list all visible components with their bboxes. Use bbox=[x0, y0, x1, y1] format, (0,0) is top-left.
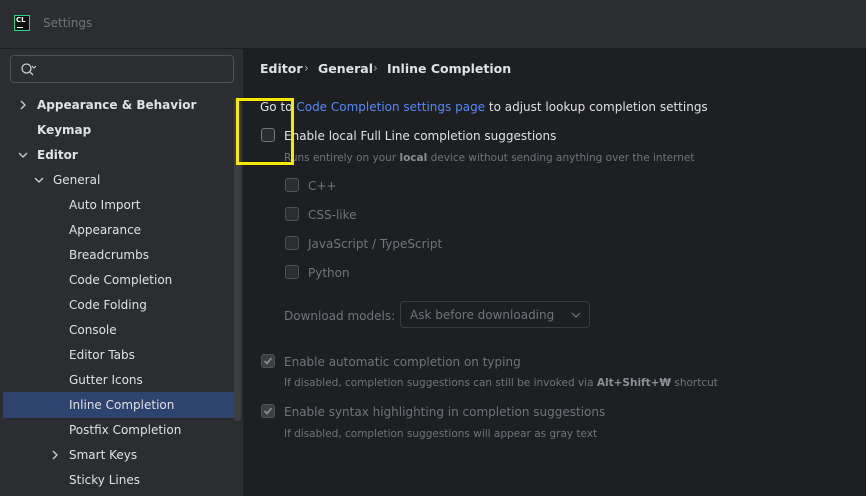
highlight-box bbox=[236, 98, 294, 165]
settings-sidebar: Appearance & Behavior Keymap Editor Gene… bbox=[0, 49, 243, 496]
goto-line: Go to Code Completion settings page to a… bbox=[260, 100, 708, 114]
sidebar-item-postfix-completion[interactable]: Postfix Completion bbox=[69, 418, 181, 443]
language-checkbox-css[interactable] bbox=[285, 207, 299, 221]
breadcrumb-separator-icon: › bbox=[373, 61, 378, 75]
syntax-highlighting-label: Enable syntax highlighting in completion… bbox=[284, 405, 606, 419]
sidebar-item-smart-keys[interactable]: Smart Keys bbox=[69, 443, 137, 468]
syntax-highlighting-hint: If disabled, completion suggestions will… bbox=[284, 428, 598, 440]
auto-completion-shortcut: Alt+Shift+₩ bbox=[596, 377, 672, 389]
language-checkbox-python[interactable] bbox=[285, 265, 299, 279]
language-checkbox-cpp[interactable] bbox=[285, 178, 299, 192]
language-label-python: Python bbox=[308, 266, 350, 280]
search-field[interactable] bbox=[10, 55, 234, 83]
chevron-down-icon[interactable] bbox=[34, 175, 44, 185]
full-line-hint-prefix: Runs entirely on your bbox=[284, 152, 397, 164]
sidebar-item-general[interactable]: General bbox=[53, 168, 100, 193]
auto-completion-hint-prefix: If disabled, completion suggestions can … bbox=[284, 377, 594, 389]
chevron-right-icon[interactable] bbox=[50, 450, 60, 460]
auto-completion-label: Enable automatic completion on typing bbox=[284, 355, 521, 369]
language-label-cpp: C++ bbox=[308, 179, 337, 193]
language-label-css: CSS-like bbox=[308, 208, 357, 222]
chevron-down-icon bbox=[571, 312, 581, 318]
breadcrumb-inline-completion: Inline Completion bbox=[387, 61, 512, 76]
download-models-select[interactable]: Ask before downloading bbox=[400, 301, 590, 328]
sidebar-item-console[interactable]: Console bbox=[69, 318, 117, 343]
language-checkbox-js-ts[interactable] bbox=[285, 236, 299, 250]
settings-content: Editor › General › Inline Completion Go … bbox=[243, 49, 866, 496]
syntax-highlighting-checkbox[interactable] bbox=[261, 404, 275, 418]
language-label-js-ts: JavaScript / TypeScript bbox=[308, 237, 443, 251]
full-line-hint: Runs entirely on your local device witho… bbox=[284, 152, 695, 164]
auto-completion-hint: If disabled, completion suggestions can … bbox=[284, 377, 718, 389]
full-line-hint-bold: local bbox=[399, 152, 428, 164]
sidebar-item-appearance-behavior[interactable]: Appearance & Behavior bbox=[37, 93, 196, 118]
breadcrumb-general[interactable]: General bbox=[318, 61, 373, 76]
clion-logo-icon: CL bbox=[14, 15, 30, 31]
sidebar-item-gutter-icons[interactable]: Gutter Icons bbox=[69, 368, 143, 393]
download-models-value: Ask before downloading bbox=[410, 308, 555, 322]
code-completion-settings-link[interactable]: Code Completion settings page bbox=[296, 100, 485, 114]
auto-completion-checkbox[interactable] bbox=[261, 354, 275, 368]
title-bar: CL Settings bbox=[0, 0, 866, 49]
breadcrumb-separator-icon: › bbox=[304, 61, 309, 75]
sidebar-item-code-completion[interactable]: Code Completion bbox=[69, 268, 172, 293]
sidebar-item-appearance[interactable]: Appearance bbox=[69, 218, 141, 243]
download-models-label: Download models: bbox=[284, 309, 396, 323]
sidebar-item-keymap[interactable]: Keymap bbox=[37, 118, 91, 143]
full-line-label[interactable]: Enable local Full Line completion sugges… bbox=[284, 129, 556, 143]
search-icon bbox=[21, 63, 36, 76]
search-input[interactable] bbox=[43, 59, 232, 81]
sidebar-item-inline-completion[interactable]: Inline Completion bbox=[69, 393, 174, 418]
sidebar-item-breadcrumbs[interactable]: Breadcrumbs bbox=[69, 243, 149, 268]
sidebar-item-sticky-lines[interactable]: Sticky Lines bbox=[69, 468, 140, 493]
chevron-down-icon[interactable] bbox=[18, 150, 28, 160]
goto-suffix: to adjust lookup completion settings bbox=[488, 100, 708, 114]
auto-completion-hint-suffix: shortcut bbox=[674, 377, 718, 389]
window-title: Settings bbox=[43, 16, 93, 30]
chevron-right-icon[interactable] bbox=[18, 100, 28, 110]
breadcrumb-editor[interactable]: Editor bbox=[260, 61, 303, 76]
sidebar-item-editor-tabs[interactable]: Editor Tabs bbox=[69, 343, 135, 368]
sidebar-item-editor[interactable]: Editor bbox=[37, 143, 78, 168]
full-line-hint-suffix: device without sending anything over the… bbox=[430, 152, 695, 164]
sidebar-item-auto-import[interactable]: Auto Import bbox=[69, 193, 141, 218]
sidebar-item-code-folding[interactable]: Code Folding bbox=[69, 293, 147, 318]
